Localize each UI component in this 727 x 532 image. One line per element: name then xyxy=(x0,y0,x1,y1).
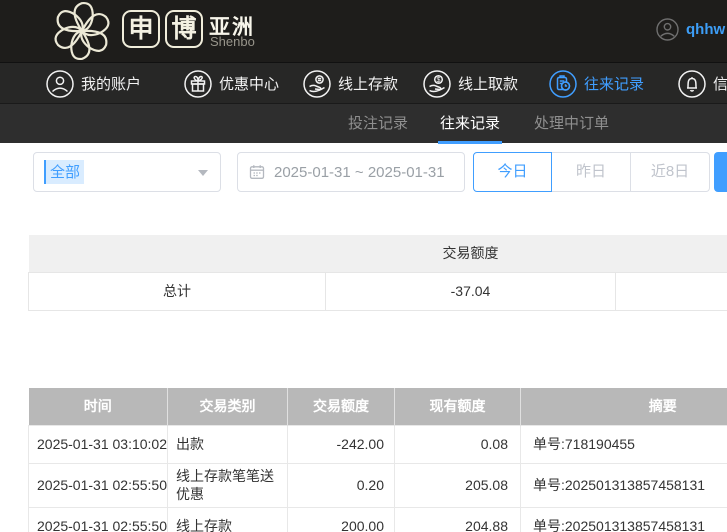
cell-memo: 单号:202501313857458131 xyxy=(521,508,727,532)
gift-icon xyxy=(184,70,212,98)
brand-flower-logo-icon[interactable] xyxy=(44,1,118,61)
brand-en-name: Shenbo xyxy=(210,34,255,49)
nav-item-online-withdrawal[interactable]: $ 线上取款 xyxy=(423,63,518,104)
tab-transaction-records[interactable]: 往来记录 xyxy=(440,104,500,144)
brand-char-2: 博 xyxy=(165,10,203,48)
cell-memo: 单号:202501313857458131 xyxy=(521,463,727,508)
records-clipboard-icon xyxy=(549,70,577,98)
col-header-time: 时间 xyxy=(29,388,168,425)
cell-memo: 单号:718190455 xyxy=(521,425,727,463)
username-text[interactable]: qhhw xyxy=(686,21,725,38)
summary-total-row: 总计 -37.04 xyxy=(29,272,727,310)
transaction-records-page: 申 博 亚洲 Shenbo qhhw 我的账户 xyxy=(0,0,727,532)
cell-type: 出款 xyxy=(168,425,288,463)
nav-label: 往来记录 xyxy=(584,73,644,94)
tab-betting-records[interactable]: 投注记录 xyxy=(348,104,408,144)
nav-item-online-deposit[interactable]: 线上存款 xyxy=(303,63,398,104)
top-header-bar: 申 博 亚洲 Shenbo qhhw xyxy=(0,0,727,62)
brand-char-1: 申 xyxy=(122,10,160,48)
selected-type-value: 全部 xyxy=(44,160,84,184)
cell-amount: 0.20 xyxy=(288,463,395,508)
cell-time: 2025-01-31 02:55:50 xyxy=(29,508,168,532)
query-button[interactable] xyxy=(714,152,727,192)
last-8-days-button[interactable]: 近8日 xyxy=(631,152,710,192)
nav-label: 优惠中心 xyxy=(219,73,279,94)
summary-header-row: 交易额度 xyxy=(29,235,727,272)
quick-date-button-group: 今日 昨日 近8日 xyxy=(474,152,710,192)
transaction-type-select[interactable]: 全部 xyxy=(33,152,221,192)
chevron-down-icon xyxy=(198,170,208,176)
summary-table: 交易额度 总计 -37.04 xyxy=(28,235,727,311)
table-row: 2025-01-31 02:55:50 线上存款笔笔送优惠 0.20 205.0… xyxy=(29,463,727,508)
calendar-icon xyxy=(249,164,265,180)
cell-amount: -242.00 xyxy=(288,425,395,463)
svg-text:$: $ xyxy=(437,77,441,84)
deposit-hand-coin-icon xyxy=(303,70,331,98)
bell-icon xyxy=(678,70,706,98)
nav-item-my-account[interactable]: 我的账户 xyxy=(46,63,141,104)
col-header-balance: 现有额度 xyxy=(395,388,521,425)
cell-time: 2025-01-31 02:55:50 xyxy=(29,463,168,508)
cell-balance: 0.08 xyxy=(395,425,521,463)
summary-header-empty xyxy=(29,235,326,272)
account-person-icon xyxy=(46,70,74,98)
records-header-row: 时间 交易类别 交易额度 现有额度 摘要 xyxy=(29,388,727,425)
date-range-value: 2025-01-31 ~ 2025-01-31 xyxy=(274,164,445,181)
yesterday-button[interactable]: 昨日 xyxy=(552,152,631,192)
summary-amount-header: 交易额度 xyxy=(326,235,616,272)
cell-type: 线上存款 xyxy=(168,508,288,532)
nav-label: 线上取款 xyxy=(458,73,518,94)
col-header-memo: 摘要 xyxy=(521,388,727,425)
today-button[interactable]: 今日 xyxy=(473,152,552,192)
summary-total-label: 总计 xyxy=(29,272,326,310)
nav-item-promotions[interactable]: 优惠中心 xyxy=(184,63,279,104)
records-table: 时间 交易类别 交易额度 现有额度 摘要 2025-01-31 03:10:02… xyxy=(28,388,727,532)
col-header-type: 交易类别 xyxy=(168,388,288,425)
nav-label: 线上存款 xyxy=(338,73,398,94)
user-avatar-icon xyxy=(656,18,679,41)
summary-total-value: -37.04 xyxy=(326,272,616,310)
withdraw-hand-coin-icon: $ xyxy=(423,70,451,98)
summary-header-empty xyxy=(616,235,727,272)
records-subtab-bar: 投注记录 往来记录 处理中订单 xyxy=(0,103,727,143)
cell-amount: 200.00 xyxy=(288,508,395,532)
nav-label: 我的账户 xyxy=(81,73,141,94)
table-row: 2025-01-31 02:55:50 线上存款 200.00 204.88 单… xyxy=(29,508,727,532)
col-header-amount: 交易额度 xyxy=(288,388,395,425)
cell-time: 2025-01-31 03:10:02 xyxy=(29,425,168,463)
user-account-area[interactable]: qhhw xyxy=(656,18,725,41)
date-range-input[interactable]: 2025-01-31 ~ 2025-01-31 xyxy=(237,152,465,192)
nav-label: 信 xyxy=(713,73,727,94)
tab-processing-orders[interactable]: 处理中订单 xyxy=(534,104,609,144)
nav-item-messages[interactable]: 信 xyxy=(678,63,727,104)
cell-balance: 205.08 xyxy=(395,463,521,508)
nav-item-transaction-records[interactable]: 往来记录 xyxy=(549,63,644,104)
main-nav-bar: 我的账户 优惠中心 线上存款 xyxy=(0,62,727,103)
cell-balance: 204.88 xyxy=(395,508,521,532)
cell-type: 线上存款笔笔送优惠 xyxy=(168,463,288,508)
table-row: 2025-01-31 03:10:02 出款 -242.00 0.08 单号:7… xyxy=(29,425,727,463)
